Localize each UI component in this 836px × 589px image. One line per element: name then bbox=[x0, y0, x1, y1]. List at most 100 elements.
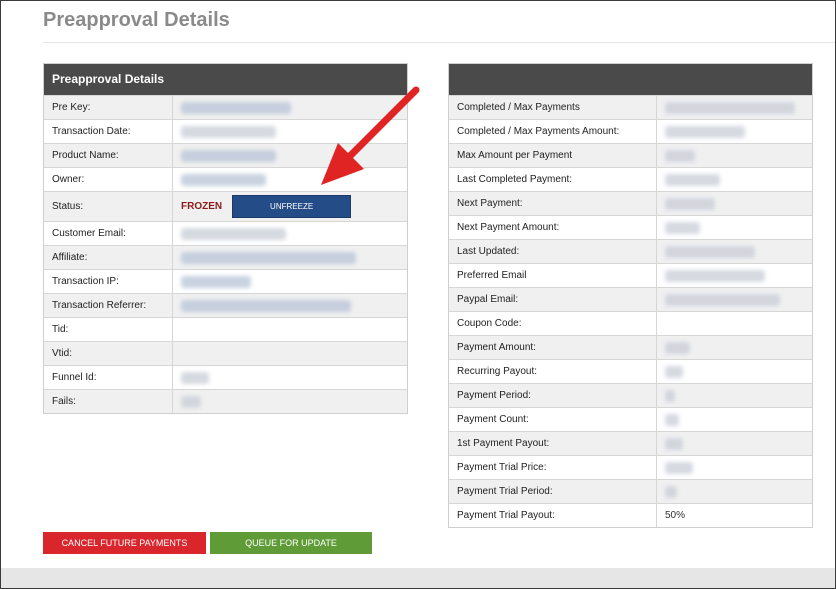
row-value bbox=[173, 222, 407, 245]
redacted-value bbox=[665, 437, 683, 450]
row-value bbox=[657, 240, 812, 263]
row-label: Coupon Code: bbox=[449, 312, 657, 335]
red-arrow-icon bbox=[321, 86, 420, 185]
redacted-value bbox=[181, 395, 201, 408]
row-value: 50% bbox=[657, 504, 812, 527]
row-label: Owner: bbox=[44, 168, 173, 191]
table-row: Payment Amount: bbox=[449, 335, 812, 359]
row-value bbox=[657, 168, 812, 191]
redacted-value bbox=[181, 275, 251, 288]
page-title: Preapproval Details bbox=[43, 9, 230, 31]
redacted-value bbox=[665, 293, 780, 306]
unfreeze-button[interactable]: UNFREEZE bbox=[232, 195, 352, 218]
redacted-value bbox=[665, 149, 695, 162]
row-label: Status: bbox=[44, 192, 173, 221]
redacted-value bbox=[665, 365, 683, 378]
partial-value-text: 50% bbox=[665, 510, 686, 521]
table-row: Status: FROZEN UNFREEZE bbox=[44, 191, 407, 221]
redacted-value bbox=[665, 221, 700, 234]
redacted-value bbox=[181, 173, 266, 186]
row-label: Recurring Payout: bbox=[449, 360, 657, 383]
redacted-value bbox=[665, 341, 690, 354]
row-value bbox=[657, 96, 812, 119]
row-label: Affiliate: bbox=[44, 246, 173, 269]
row-value bbox=[657, 360, 812, 383]
table-row: Affiliate: bbox=[44, 245, 407, 269]
redacted-value bbox=[181, 227, 286, 240]
row-label: Customer Email: bbox=[44, 222, 173, 245]
table-row: Payment Trial Period: bbox=[449, 479, 812, 503]
row-label: Payment Trial Period: bbox=[449, 480, 657, 503]
row-value bbox=[173, 270, 407, 293]
row-label: Completed / Max Payments Amount: bbox=[449, 120, 657, 143]
row-label: Last Completed Payment: bbox=[449, 168, 657, 191]
redacted-value bbox=[665, 413, 679, 426]
table-row: Last Completed Payment: bbox=[449, 167, 812, 191]
table-row: Max Amount per Payment bbox=[449, 143, 812, 167]
table-row: Tid: bbox=[44, 317, 407, 341]
row-label: Next Payment: bbox=[449, 192, 657, 215]
table-row: Next Payment: bbox=[449, 191, 812, 215]
row-label: Product Name: bbox=[44, 144, 173, 167]
row-value: FROZEN UNFREEZE bbox=[173, 192, 407, 221]
table-row: Payment Trial Price: bbox=[449, 455, 812, 479]
table-row: Completed / Max Payments bbox=[449, 95, 812, 119]
table-row: Preferred Email bbox=[449, 263, 812, 287]
right-panel-header bbox=[449, 64, 812, 95]
row-value bbox=[657, 384, 812, 407]
row-value bbox=[657, 192, 812, 215]
redacted-value bbox=[665, 461, 693, 474]
row-label: Payment Trial Price: bbox=[449, 456, 657, 479]
table-row: Completed / Max Payments Amount: bbox=[449, 119, 812, 143]
row-label: Tid: bbox=[44, 318, 173, 341]
table-row: Payment Count: bbox=[449, 407, 812, 431]
redacted-value bbox=[181, 251, 356, 264]
row-label: Last Updated: bbox=[449, 240, 657, 263]
row-label: Completed / Max Payments bbox=[449, 96, 657, 119]
redacted-value bbox=[665, 269, 765, 282]
row-value bbox=[173, 246, 407, 269]
redacted-value bbox=[665, 245, 755, 258]
row-label: Transaction IP: bbox=[44, 270, 173, 293]
table-row: Paypal Email: bbox=[449, 287, 812, 311]
row-label: Vtid: bbox=[44, 342, 173, 365]
table-row: Recurring Payout: bbox=[449, 359, 812, 383]
row-label: Preferred Email bbox=[449, 264, 657, 287]
row-value bbox=[657, 288, 812, 311]
redacted-value bbox=[665, 125, 745, 138]
redacted-value bbox=[665, 173, 720, 186]
table-row: Last Updated: bbox=[449, 239, 812, 263]
redacted-value bbox=[181, 149, 276, 162]
table-row: Customer Email: bbox=[44, 221, 407, 245]
row-label: Transaction Referrer: bbox=[44, 294, 173, 317]
cancel-future-payments-button[interactable]: CANCEL FUTURE PAYMENTS bbox=[43, 532, 206, 554]
table-row: Payment Trial Payout: 50% bbox=[449, 503, 812, 527]
row-label: Payment Period: bbox=[449, 384, 657, 407]
payment-details-panel: Completed / Max Payments Completed / Max … bbox=[448, 63, 813, 528]
row-value bbox=[657, 216, 812, 239]
redacted-value bbox=[181, 101, 291, 114]
row-label: Next Payment Amount: bbox=[449, 216, 657, 239]
table-row: Transaction IP: bbox=[44, 269, 407, 293]
row-value bbox=[173, 366, 407, 389]
row-label: Max Amount per Payment bbox=[449, 144, 657, 167]
table-row: 1st Payment Payout: bbox=[449, 431, 812, 455]
row-label: Transaction Date: bbox=[44, 120, 173, 143]
row-value bbox=[173, 390, 407, 413]
redacted-value bbox=[665, 101, 795, 114]
redacted-value bbox=[665, 197, 715, 210]
row-label: Payment Trial Payout: bbox=[449, 504, 657, 527]
row-label: Pre Key: bbox=[44, 96, 173, 119]
table-row: Next Payment Amount: bbox=[449, 215, 812, 239]
row-label: Fails: bbox=[44, 390, 173, 413]
redacted-value bbox=[181, 299, 351, 312]
row-value bbox=[657, 408, 812, 431]
row-value bbox=[657, 264, 812, 287]
table-row: Vtid: bbox=[44, 341, 407, 365]
row-value bbox=[173, 318, 407, 341]
row-value bbox=[657, 456, 812, 479]
queue-for-update-button[interactable]: QUEUE FOR UPDATE bbox=[210, 532, 372, 554]
redacted-value bbox=[665, 389, 675, 402]
table-row: Payment Period: bbox=[449, 383, 812, 407]
redacted-value bbox=[181, 125, 276, 138]
